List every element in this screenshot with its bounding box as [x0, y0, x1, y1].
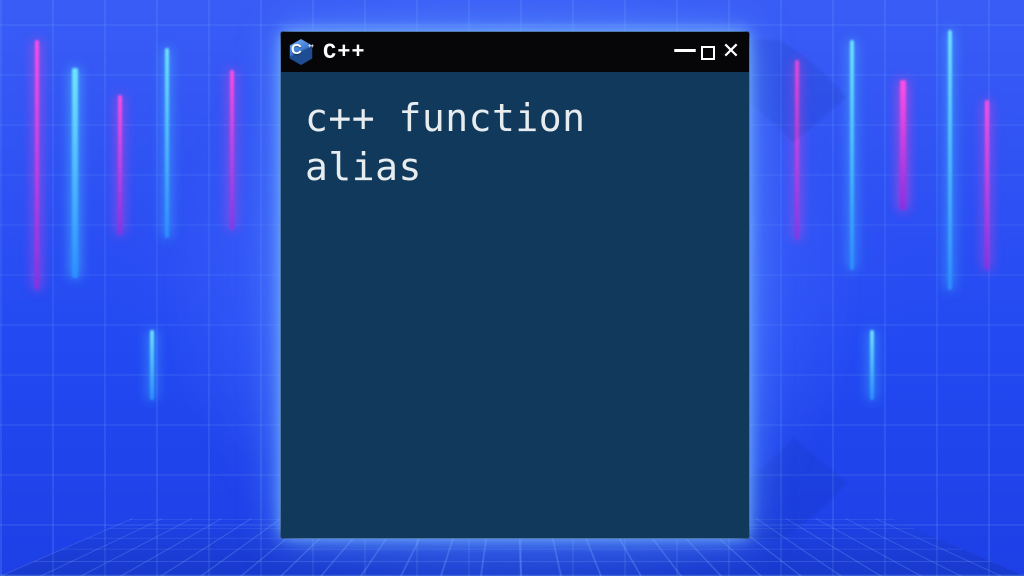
client-area: c++ function alias [281, 72, 749, 538]
window-controls: — ✕ [675, 40, 741, 64]
minimize-button[interactable]: — [675, 40, 695, 64]
neon-streak [985, 100, 989, 270]
maximize-button[interactable] [701, 46, 715, 60]
icon-letter: C [291, 42, 302, 57]
icon-plus-plus: ++ [308, 44, 313, 50]
window-title: C++ [323, 40, 366, 65]
close-button[interactable]: ✕ [721, 40, 741, 64]
body-text: c++ function alias [305, 94, 725, 191]
cpp-hex-icon: C ++ [287, 38, 315, 66]
titlebar[interactable]: C ++ C++ — ✕ [281, 32, 749, 72]
neon-streak [35, 40, 39, 290]
app-window: C ++ C++ — ✕ c++ function alias [281, 32, 749, 538]
